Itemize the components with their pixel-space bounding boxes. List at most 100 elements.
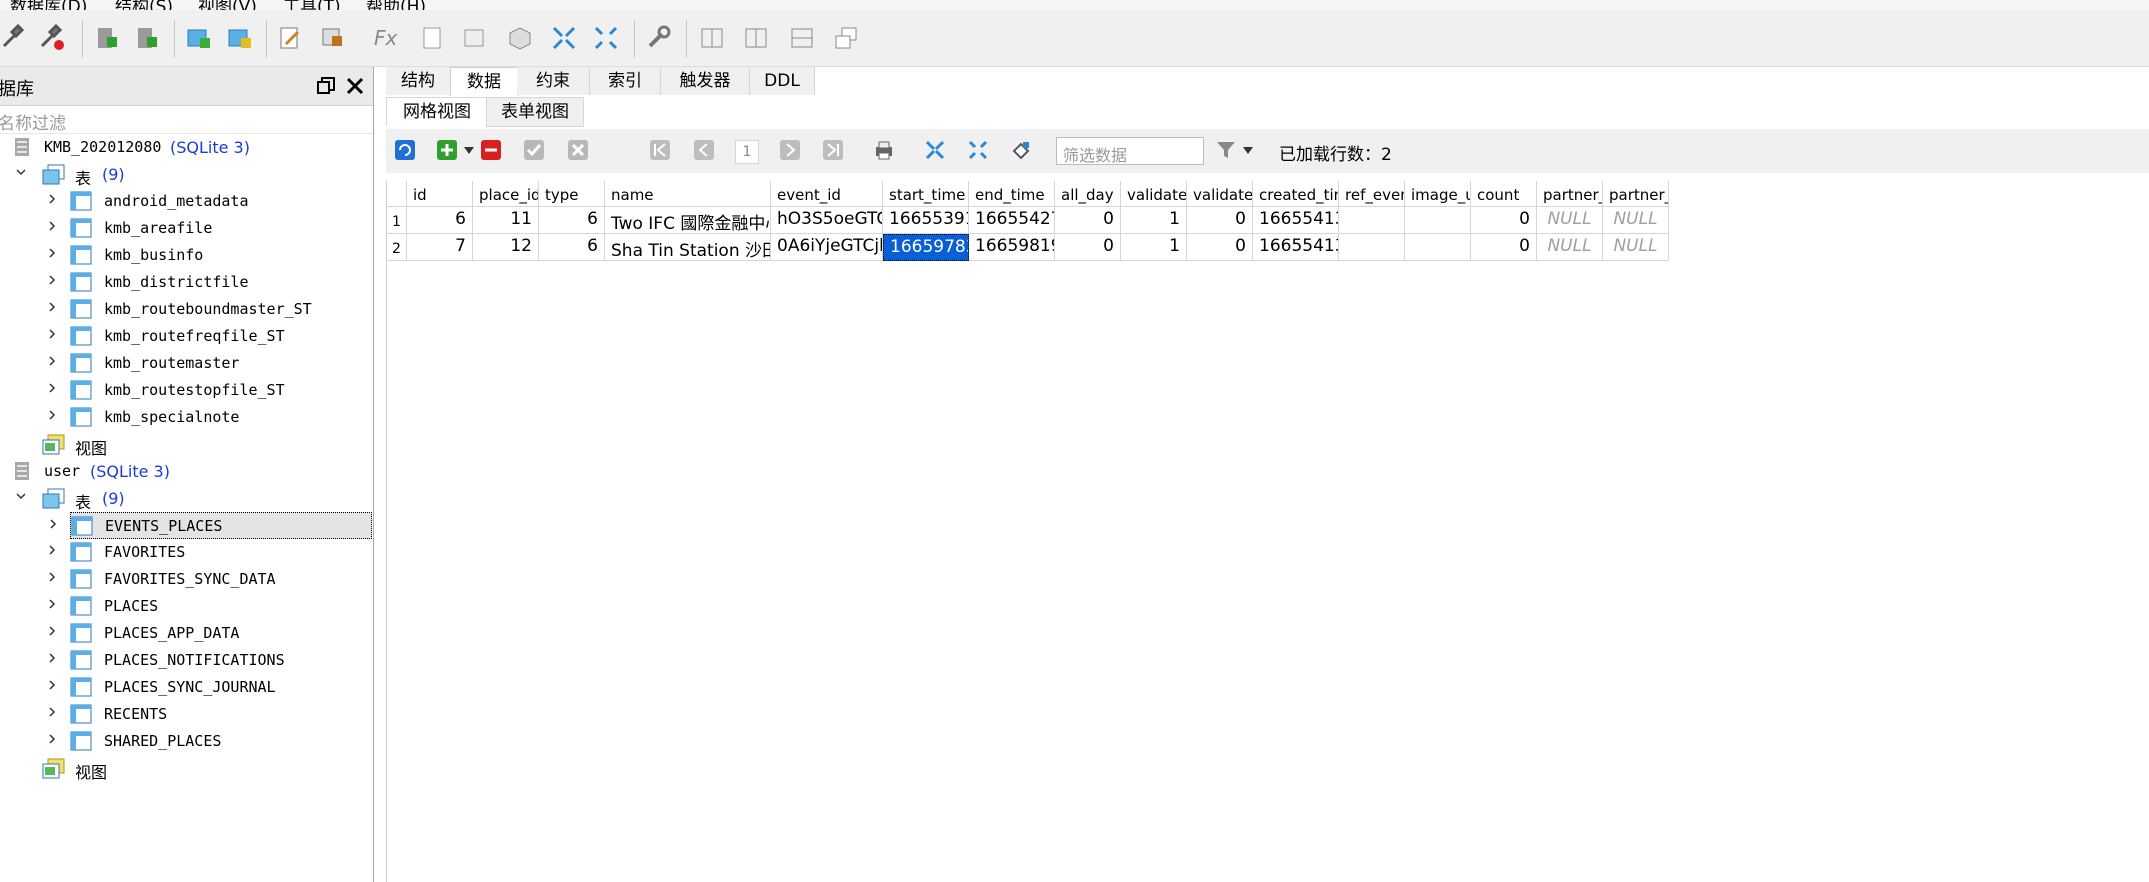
grid-cell[interactable]: 0 — [1471, 234, 1537, 261]
fill-icon[interactable] — [1010, 139, 1032, 161]
tree-table-item[interactable]: kmb_routeboundmaster_ST — [0, 296, 373, 323]
tab-data[interactable]: 数据 — [450, 67, 518, 96]
first-page-icon[interactable] — [649, 139, 671, 161]
tree-table-item[interactable]: android_metadata — [0, 188, 373, 215]
grid-cell[interactable]: 12 — [473, 234, 539, 261]
chevron-right-icon[interactable] — [47, 275, 57, 285]
layout-tile-icon[interactable] — [698, 24, 726, 52]
print-icon[interactable] — [873, 139, 895, 161]
column-header[interactable]: type — [539, 181, 605, 207]
grid-cell[interactable]: 6 — [407, 207, 473, 234]
script-icon[interactable] — [418, 24, 446, 52]
grid-cell[interactable]: 1665539100 — [883, 207, 969, 234]
grid-cell[interactable]: 0 — [1471, 207, 1537, 234]
column-header[interactable]: place_id — [473, 181, 539, 207]
grid-cell[interactable] — [1339, 207, 1405, 234]
column-header[interactable]: count — [1471, 181, 1537, 207]
expand-columns-icon[interactable] — [967, 139, 989, 161]
tree-table-item[interactable]: kmb_districtfile — [0, 269, 373, 296]
chevron-right-icon[interactable] — [47, 599, 57, 609]
prev-page-icon[interactable] — [693, 139, 715, 161]
commit-icon[interactable] — [523, 139, 545, 161]
tree-table-item[interactable]: PLACES_SYNC_JOURNAL — [0, 674, 373, 701]
chevron-right-icon[interactable] — [47, 356, 57, 366]
column-header[interactable]: name — [605, 181, 771, 207]
grid-cell[interactable]: 0 — [1055, 234, 1121, 261]
connect-icon[interactable] — [0, 24, 28, 52]
grid-cell[interactable]: hO3S5oeGTCrk1 — [771, 207, 883, 234]
grid-cell[interactable] — [1339, 234, 1405, 261]
tree-tables-group[interactable]: 表 (9) — [0, 485, 373, 512]
tree-db-kmb[interactable]: KMB_202012080 (SQLite 3) — [0, 134, 373, 161]
grid-cell[interactable]: 6 — [539, 234, 605, 261]
chevron-right-icon[interactable] — [47, 626, 57, 636]
column-header[interactable]: end_time — [969, 181, 1055, 207]
chevron-right-icon[interactable] — [47, 383, 57, 393]
grid-cell[interactable]: 0 — [1055, 207, 1121, 234]
page-number[interactable]: 1 — [735, 140, 759, 164]
tab-structure[interactable]: 结构 — [386, 67, 451, 95]
row-header[interactable]: 1 — [387, 207, 407, 234]
tab-triggers[interactable]: 触发器 — [661, 67, 750, 95]
grid-cell[interactable]: 6 — [539, 207, 605, 234]
dropdown-arrow-icon[interactable] — [464, 147, 474, 155]
grid-cell[interactable]: 7 — [407, 234, 473, 261]
name-filter-input[interactable]: 名称过滤 — [0, 106, 373, 134]
add-row-icon[interactable] — [436, 139, 458, 161]
new-table-icon[interactable] — [184, 24, 212, 52]
grid-cell[interactable]: 0 — [1187, 207, 1253, 234]
tree-table-item[interactable]: kmb_routemaster — [0, 350, 373, 377]
next-page-icon[interactable] — [779, 139, 801, 161]
grid-cell[interactable]: 0 — [1187, 234, 1253, 261]
column-header[interactable]: all_day — [1055, 181, 1121, 207]
chevron-right-icon[interactable] — [47, 221, 57, 231]
cascade-icon[interactable] — [832, 24, 860, 52]
chevron-right-icon[interactable] — [47, 302, 57, 312]
rollback-icon[interactable] — [567, 139, 589, 161]
column-header[interactable]: event_id — [771, 181, 883, 207]
grid-cell[interactable]: 1 — [1121, 234, 1187, 261]
text-icon[interactable] — [460, 24, 488, 52]
tab-indexes[interactable]: 索引 — [590, 67, 661, 95]
tree-table-item[interactable]: SHARED_PLACES — [0, 728, 373, 755]
column-header[interactable]: id — [407, 181, 473, 207]
chevron-down-icon[interactable] — [16, 491, 26, 501]
tree-table-item[interactable]: FAVORITES_SYNC_DATA — [0, 566, 373, 593]
tree-table-item[interactable]: kmb_routestopfile_ST — [0, 377, 373, 404]
delete-row-icon[interactable] — [480, 139, 502, 161]
chevron-right-icon[interactable] — [47, 707, 57, 717]
chevron-right-icon[interactable] — [47, 410, 57, 420]
grid-cell[interactable]: NULL — [1537, 207, 1603, 234]
grid-tool-icon[interactable] — [318, 24, 346, 52]
box-icon[interactable] — [506, 24, 534, 52]
column-header[interactable]: ref_event — [1339, 181, 1405, 207]
tree-views-group[interactable]: 视图 — [0, 755, 373, 782]
edit-icon[interactable] — [276, 24, 304, 52]
tree-tables-group[interactable]: 表 (9) — [0, 161, 373, 188]
tree-table-item[interactable]: FAVORITES — [0, 539, 373, 566]
column-header[interactable]: start_time — [883, 181, 969, 207]
tab-ddl[interactable]: DDL — [750, 67, 815, 95]
chevron-right-icon[interactable] — [47, 194, 57, 204]
restore-icon[interactable] — [316, 76, 336, 96]
column-header[interactable]: created_time — [1253, 181, 1339, 207]
layout-rows-icon[interactable] — [788, 24, 816, 52]
column-header[interactable]: validate_ — [1187, 181, 1253, 207]
tab-form-view[interactable]: 表单视图 — [486, 97, 584, 127]
expand-icon[interactable] — [592, 24, 620, 52]
chevron-right-icon[interactable] — [47, 734, 57, 744]
add-database-icon[interactable] — [92, 24, 120, 52]
chevron-right-icon[interactable] — [48, 519, 58, 529]
grid-cell[interactable]: NULL — [1537, 234, 1603, 261]
tree-table-item[interactable]: kmb_routefreqfile_ST — [0, 323, 373, 350]
column-header[interactable]: partner_e — [1603, 181, 1669, 207]
grid-cell[interactable]: 0A6iYjeGTCjb2 — [771, 234, 883, 261]
filter-dropdown-icon[interactable] — [1243, 147, 1253, 155]
column-header[interactable]: image_url — [1405, 181, 1471, 207]
tree-table-item[interactable]: kmb_businfo — [0, 242, 373, 269]
grid-cell[interactable]: 11 — [473, 207, 539, 234]
last-page-icon[interactable] — [822, 139, 844, 161]
disconnect-icon[interactable] — [38, 24, 66, 52]
chevron-right-icon[interactable] — [47, 572, 57, 582]
filter-data-input[interactable]: 筛选数据 — [1056, 137, 1204, 165]
